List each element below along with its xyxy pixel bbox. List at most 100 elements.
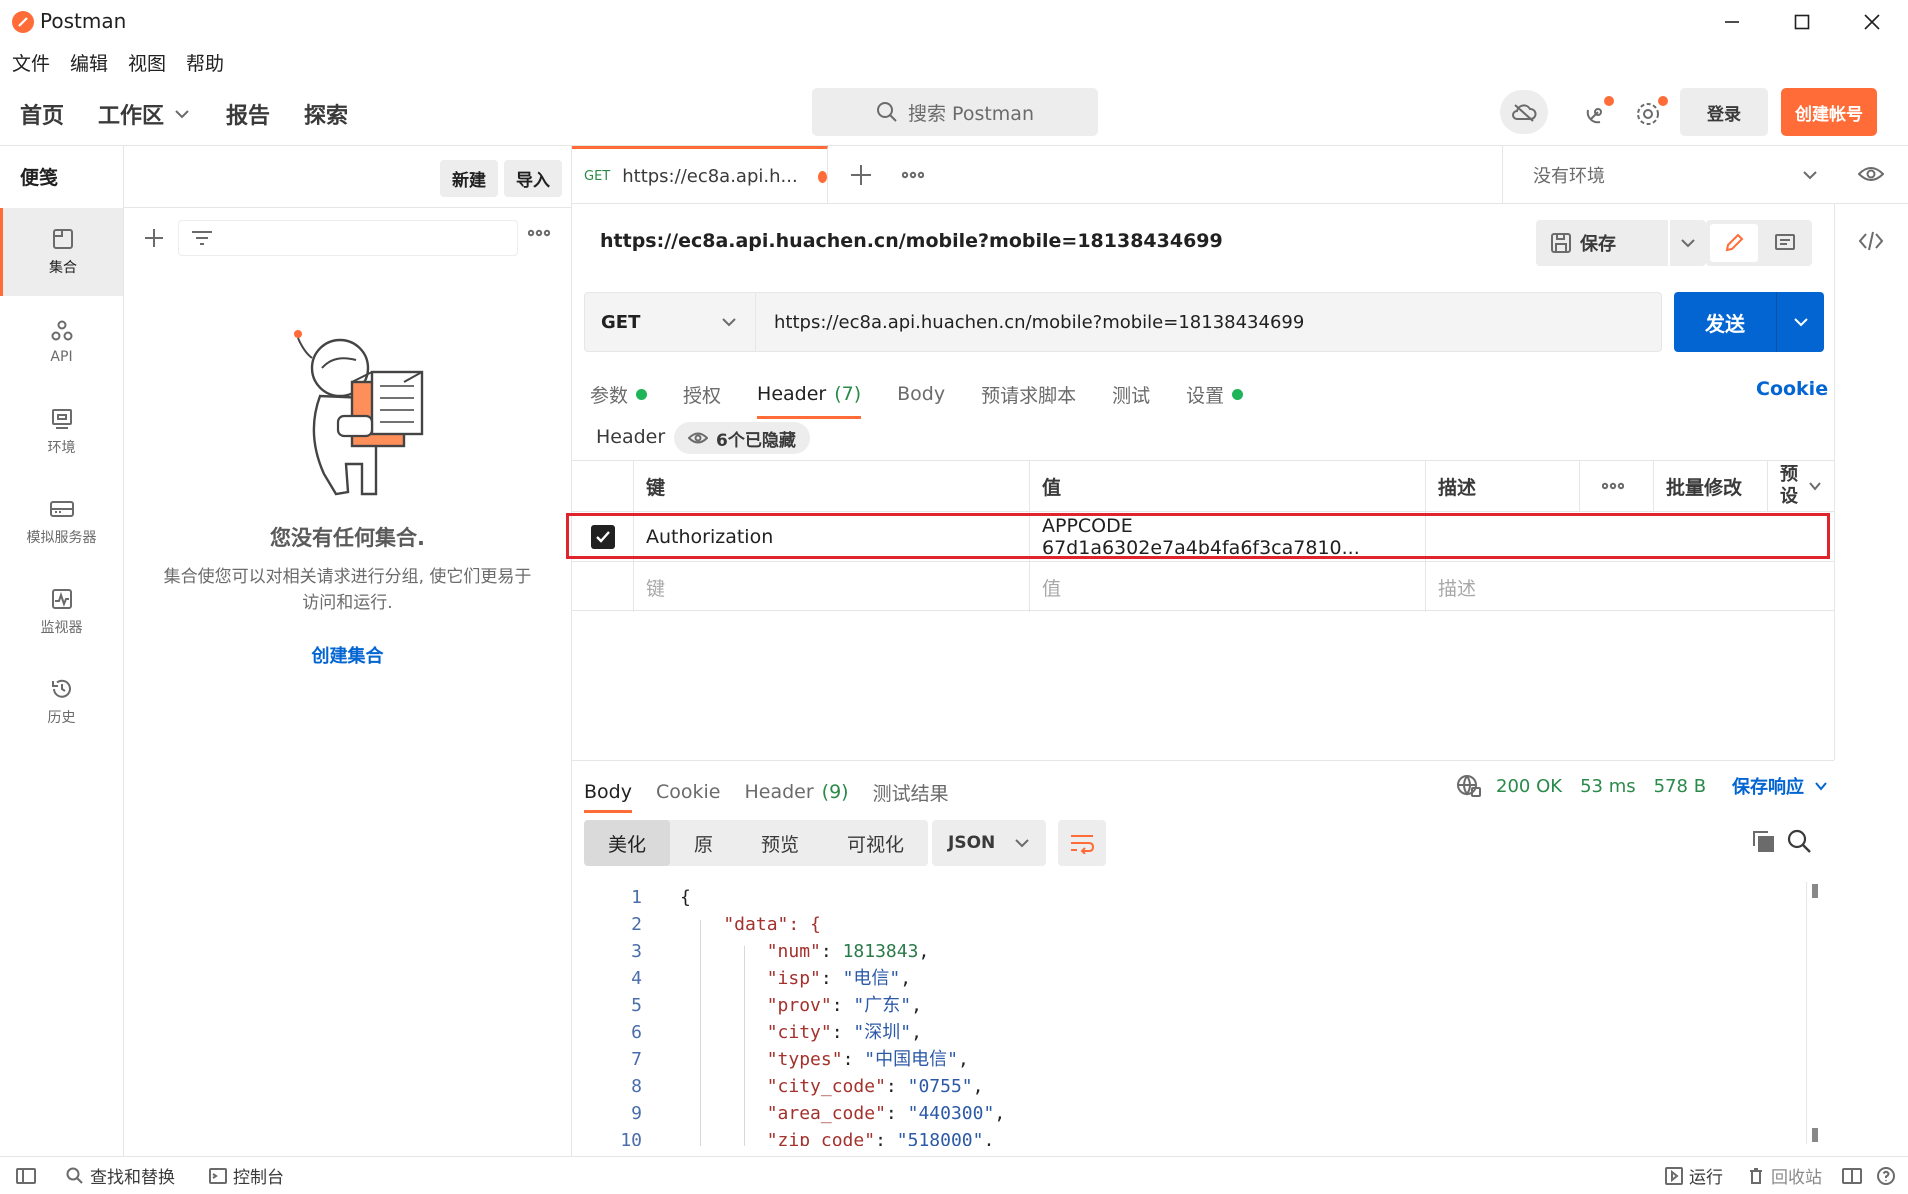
response-tab-test-results[interactable]: 测试结果 bbox=[873, 779, 949, 806]
response-size[interactable]: 578 B bbox=[1654, 776, 1706, 797]
line-number: 10 bbox=[620, 1130, 642, 1146]
sync-cloud-icon[interactable] bbox=[1500, 90, 1548, 134]
minimize-button[interactable] bbox=[1696, 0, 1768, 44]
menu-help[interactable]: 帮助 bbox=[186, 49, 224, 76]
response-tab-headers[interactable]: Header (9) bbox=[744, 781, 848, 803]
add-collection-icon[interactable] bbox=[140, 224, 168, 252]
tab-settings[interactable]: 设置 bbox=[1186, 381, 1244, 408]
sidebar-item-api[interactable]: API bbox=[0, 298, 123, 386]
sidebar-item-collections[interactable]: 集合 bbox=[0, 208, 123, 296]
response-scrollbar[interactable] bbox=[1806, 882, 1820, 1144]
view-pretty[interactable]: 美化 bbox=[584, 820, 671, 866]
environment-quick-look-eye-icon[interactable] bbox=[1858, 164, 1884, 184]
new-key-input[interactable]: 键 bbox=[634, 562, 1030, 612]
tab-tests[interactable]: 测试 bbox=[1112, 381, 1150, 408]
request-tab[interactable]: GET https://ec8a.api.h... bbox=[572, 146, 828, 204]
view-preview[interactable]: 预览 bbox=[737, 820, 823, 866]
menu-view[interactable]: 视图 bbox=[128, 49, 166, 76]
trash-label: 回收站 bbox=[1771, 1168, 1822, 1188]
toggle-sidebar-icon[interactable] bbox=[16, 1167, 36, 1185]
maximize-button[interactable] bbox=[1766, 0, 1838, 44]
new-button[interactable]: 新建 bbox=[440, 160, 498, 197]
nav-explore[interactable]: 探索 bbox=[304, 98, 348, 130]
save-dropdown-button[interactable] bbox=[1670, 220, 1706, 266]
code-text: "city_code": "0755", bbox=[766, 1076, 984, 1097]
create-account-button[interactable]: 创建帐号 bbox=[1781, 88, 1877, 136]
response-time[interactable]: 53 ms bbox=[1580, 776, 1636, 797]
table-more-icon[interactable] bbox=[1580, 461, 1654, 511]
scrollbar-thumb[interactable] bbox=[1812, 884, 1818, 898]
nav-reports[interactable]: 报告 bbox=[226, 98, 270, 130]
url-value: https://ec8a.api.huachen.cn/mobile?mobil… bbox=[774, 311, 1305, 333]
login-button[interactable]: 登录 bbox=[1680, 88, 1768, 136]
tab-more-icon[interactable] bbox=[902, 170, 924, 180]
environment-select[interactable]: 没有环境 bbox=[1502, 146, 1838, 204]
globe-icon[interactable] bbox=[1456, 774, 1482, 798]
create-collection-link[interactable]: 创建集合 bbox=[124, 642, 571, 668]
json-key: "types" bbox=[766, 1049, 843, 1070]
cookies-link[interactable]: Cookie bbox=[1756, 378, 1828, 400]
sidebar-item-history[interactable]: 历史 bbox=[0, 658, 123, 746]
sidebar-item-environments[interactable]: 环境 bbox=[0, 388, 123, 476]
view-raw[interactable]: 原 bbox=[670, 820, 737, 866]
satellite-icon[interactable] bbox=[1580, 94, 1616, 130]
nav-workspace[interactable]: 工作区 bbox=[98, 98, 190, 130]
new-value-input[interactable]: 值 bbox=[1030, 562, 1426, 612]
view-visualize[interactable]: 可视化 bbox=[823, 820, 928, 866]
search-response-icon[interactable] bbox=[1786, 828, 1812, 854]
chevron-down-icon[interactable] bbox=[1814, 779, 1828, 793]
code-line: 4 "isp": "电信", bbox=[572, 965, 1806, 992]
filter-input[interactable] bbox=[178, 220, 518, 256]
hidden-headers-toggle[interactable]: 6个已隐藏 bbox=[674, 422, 810, 454]
history-icon bbox=[51, 679, 71, 698]
edit-mode-button[interactable] bbox=[1710, 224, 1758, 262]
active-tab-underline bbox=[584, 810, 632, 813]
method-select[interactable]: GET bbox=[584, 292, 756, 352]
request-name[interactable]: https://ec8a.api.huachen.cn/mobile?mobil… bbox=[600, 230, 1223, 252]
code-snippet-icon[interactable] bbox=[1858, 230, 1884, 252]
bulk-edit-button[interactable]: 批量修改 bbox=[1654, 461, 1768, 511]
tab-pre-request-script[interactable]: 预请求脚本 bbox=[981, 381, 1076, 408]
tab-label: 设置 bbox=[1186, 384, 1225, 407]
sidebar-item-mock-servers[interactable]: 模拟服务器 bbox=[0, 478, 123, 566]
send-button[interactable]: 发送 bbox=[1674, 308, 1776, 337]
scrollbar-thumb[interactable] bbox=[1812, 1128, 1818, 1142]
right-rail-divider bbox=[1834, 204, 1835, 760]
copy-icon[interactable] bbox=[1750, 828, 1776, 854]
monitor-icon bbox=[51, 589, 72, 609]
nav-home[interactable]: 首页 bbox=[20, 98, 64, 130]
trash-button[interactable]: 回收站 bbox=[1747, 1163, 1822, 1188]
sidebar-item-monitors[interactable]: 监视器 bbox=[0, 568, 123, 656]
save-button[interactable]: 保存 bbox=[1536, 220, 1668, 266]
tab-headers[interactable]: Header (7) bbox=[757, 383, 862, 419]
console-button[interactable]: 控制台 bbox=[209, 1163, 284, 1188]
settings-gear-icon[interactable] bbox=[1632, 94, 1668, 130]
response-body-viewer[interactable]: 1{2 "data": {3 "num": 1813843, 4 "isp": "… bbox=[572, 884, 1806, 1146]
url-input[interactable]: https://ec8a.api.huachen.cn/mobile?mobil… bbox=[756, 292, 1662, 352]
send-dropdown-button[interactable] bbox=[1777, 314, 1824, 330]
more-options-icon[interactable] bbox=[528, 228, 550, 238]
format-select[interactable]: JSON bbox=[932, 820, 1046, 866]
comment-mode-button[interactable] bbox=[1762, 224, 1808, 262]
find-replace-button[interactable]: 查找和替换 bbox=[66, 1163, 175, 1188]
status-code[interactable]: 200 OK bbox=[1496, 776, 1562, 797]
response-tab-cookies[interactable]: Cookie bbox=[656, 781, 721, 803]
close-button[interactable] bbox=[1836, 0, 1908, 44]
collections-panel: 便笺 新建 导入 您没有任何集合. 集合使您可以对相关请求进行分组, 使它们更易… bbox=[20, 146, 572, 1156]
help-icon[interactable] bbox=[1876, 1166, 1896, 1186]
two-pane-icon[interactable] bbox=[1842, 1167, 1862, 1185]
search-input[interactable]: 搜索 Postman bbox=[812, 88, 1098, 136]
new-description-input[interactable]: 描述 bbox=[1426, 562, 1834, 612]
menu-file[interactable]: 文件 bbox=[12, 49, 50, 76]
tab-authorization[interactable]: 授权 bbox=[683, 381, 721, 408]
presets-dropdown[interactable]: 预 设 bbox=[1768, 461, 1834, 511]
new-tab-icon[interactable] bbox=[848, 162, 874, 188]
tab-body[interactable]: Body bbox=[897, 383, 945, 405]
wrap-lines-button[interactable] bbox=[1058, 820, 1106, 866]
import-button[interactable]: 导入 bbox=[504, 160, 562, 197]
tab-params[interactable]: 参数 bbox=[590, 381, 648, 408]
save-response-button[interactable]: 保存响应 bbox=[1732, 773, 1804, 799]
menu-edit[interactable]: 编辑 bbox=[70, 49, 108, 76]
runner-button[interactable]: 运行 bbox=[1665, 1163, 1723, 1188]
response-tab-body[interactable]: Body bbox=[584, 781, 632, 813]
